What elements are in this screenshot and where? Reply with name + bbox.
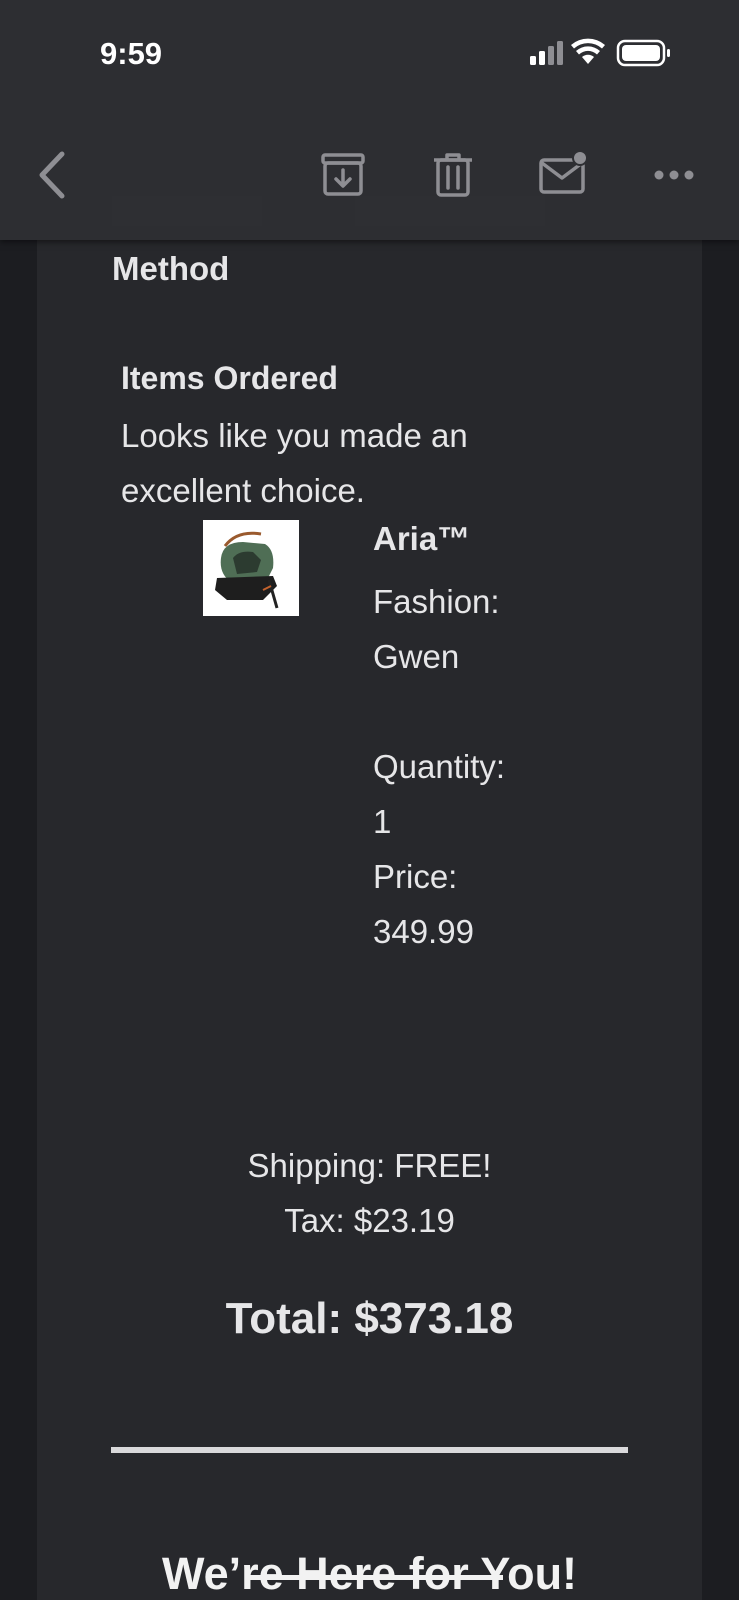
items-ordered-heading: Items Ordered [121,360,338,396]
product-name[interactable]: Aria™ [373,520,470,558]
tax-line: Tax: $23.19 [284,1202,455,1239]
archive-button[interactable] [320,152,366,203]
order-total: Total: $373.18 [225,1294,514,1343]
product-image[interactable] [203,520,299,616]
archive-icon [321,153,365,196]
support-heading: We’re Here for You! [161,1548,578,1599]
car-seat-image [203,520,299,616]
more-horizontal-icon [654,170,694,180]
quantity-value: 1 [373,803,392,840]
wifi-icon [571,38,605,64]
top-toolbar: 9:59 [0,0,739,240]
trash-icon [434,153,472,197]
email-body [37,0,702,1600]
delete-button[interactable] [432,152,474,203]
payment-method-label: Method [112,250,230,287]
price-value: 349.99 [373,913,474,950]
mark-unread-button[interactable] [538,150,590,201]
fashion-label: Fashion: [373,583,500,620]
section-divider [111,1447,628,1453]
items-subtitle-line1: Looks like you made an [121,417,468,454]
more-button[interactable] [654,168,694,187]
fashion-value: Gwen [373,638,460,675]
strike-line [245,1575,503,1580]
back-button[interactable] [36,150,68,205]
battery-icon [616,39,670,67]
chevron-left-icon [39,151,65,199]
quantity-label: Quantity: [373,748,506,785]
items-subtitle-line2: excellent choice. [121,472,365,509]
status-icons [528,38,678,75]
status-time: 9:59 [100,36,163,71]
price-label: Price: [373,858,458,895]
cellular-signal-icon [530,41,563,65]
shipping-line: Shipping: FREE! [247,1147,492,1184]
mail-unread-icon [539,150,588,194]
